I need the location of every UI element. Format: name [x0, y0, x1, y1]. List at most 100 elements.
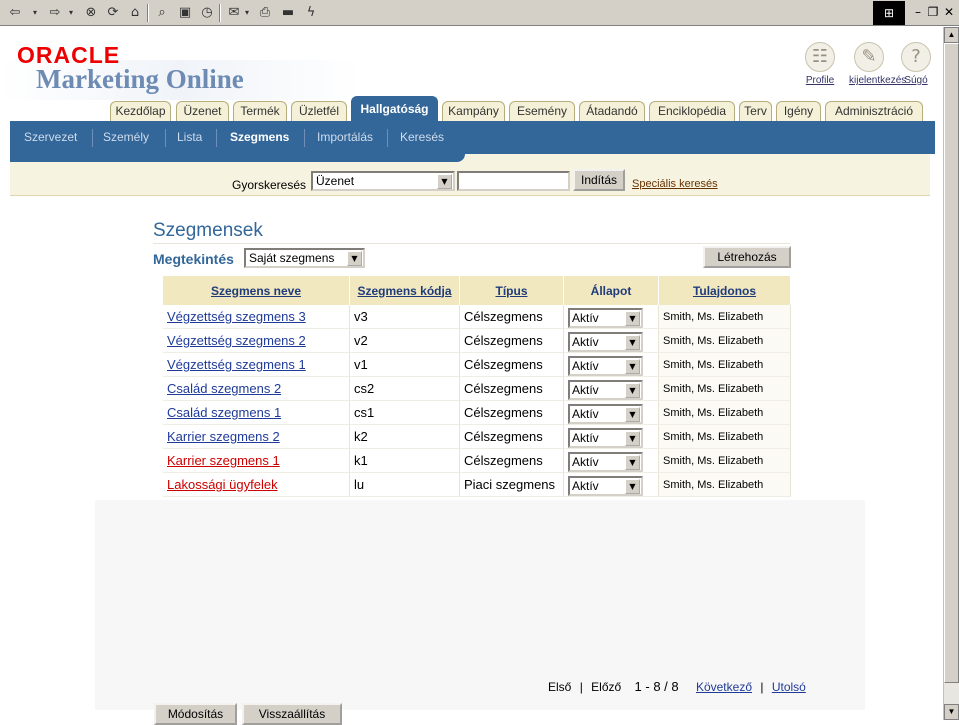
mail-dropdown-icon[interactable]: ▾ — [242, 3, 252, 23]
chevron-down-icon[interactable]: ▼ — [625, 454, 640, 470]
subnav-lista[interactable]: Lista — [177, 121, 202, 154]
chevron-down-icon[interactable]: ▼ — [625, 430, 640, 446]
status-select[interactable]: Aktív ▼ — [568, 307, 643, 328]
edit-icon[interactable]: ▬ — [279, 3, 297, 23]
stop-icon[interactable]: ⊗ — [82, 3, 100, 23]
close-icon[interactable]: ✕ — [941, 3, 957, 21]
pager-next[interactable]: Következő — [696, 680, 752, 694]
subnav-importalas[interactable]: Importálás — [317, 121, 373, 154]
reset-button[interactable]: Visszaállítás — [242, 703, 342, 725]
cell-owner: Smith, Ms. Elizabeth — [659, 449, 791, 473]
status-select[interactable]: Aktív ▼ — [568, 331, 643, 352]
segment-link[interactable]: Végzettség szegmens 1 — [167, 357, 306, 372]
status-select[interactable]: Aktív ▼ — [568, 379, 643, 400]
segment-link[interactable]: Karrier szegmens 2 — [167, 429, 280, 444]
cell-code: k1 — [350, 449, 460, 473]
global-link-profile[interactable]: ☷ Profile — [800, 42, 840, 86]
status-select[interactable]: Aktív ▼ — [568, 475, 643, 496]
cell-owner: Smith, Ms. Elizabeth — [659, 425, 791, 449]
tab-igeny[interactable]: Igény — [776, 101, 821, 122]
tab-enciklopedia[interactable]: Enciklopédia — [649, 101, 735, 122]
segment-link[interactable]: Karrier szegmens 1 — [167, 453, 280, 468]
restore-icon[interactable]: ❐ — [925, 3, 941, 21]
status-select[interactable]: Aktív ▼ — [568, 355, 643, 376]
quick-search-select[interactable]: Üzenet ▼ — [311, 171, 455, 191]
pager-last[interactable]: Utolsó — [772, 680, 806, 694]
column-header-type[interactable]: Típus — [460, 276, 564, 305]
profile-link[interactable]: Profile — [800, 75, 840, 86]
column-header-owner[interactable]: Tulajdonos — [659, 276, 791, 305]
logout-link[interactable]: kijelentkezés — [849, 75, 906, 86]
vertical-scrollbar[interactable]: ▲ ▼ — [943, 27, 959, 720]
favorites-icon[interactable]: ▣ — [176, 3, 194, 23]
chevron-down-icon[interactable]: ▼ — [347, 251, 362, 266]
global-link-logout[interactable]: ✎ kijelentkezés — [849, 42, 906, 86]
tab-hallgatosag[interactable]: Hallgatóság — [351, 96, 438, 122]
subnav-szegmens[interactable]: Szegmens — [230, 121, 289, 154]
column-header-name[interactable]: Szegmens neve — [163, 276, 350, 305]
view-select[interactable]: Saját szegmens ▼ — [244, 248, 365, 268]
chevron-down-icon[interactable]: ▼ — [625, 478, 640, 494]
table-row: Karrier szegmens 1 k1 Célszegmens Aktív ▼ Smi… — [163, 449, 791, 473]
status-value: Aktív — [572, 310, 599, 325]
cell-name: Család szegmens 2 — [163, 377, 350, 401]
chevron-down-icon[interactable]: ▼ — [625, 310, 640, 326]
help-link[interactable]: Súgó — [896, 75, 936, 86]
status-select[interactable]: Aktív ▼ — [568, 451, 643, 472]
status-value: Aktív — [572, 358, 599, 373]
quick-search-input[interactable] — [457, 171, 570, 191]
advanced-search-link[interactable]: Speciális keresés — [632, 178, 718, 190]
tab-uzenet[interactable]: Üzenet — [176, 101, 229, 122]
segment-link[interactable]: Család szegmens 2 — [167, 381, 281, 396]
chevron-down-icon[interactable]: ▼ — [625, 358, 640, 374]
cell-owner: Smith, Ms. Elizabeth — [659, 329, 791, 353]
segment-link[interactable]: Végzettség szegmens 2 — [167, 333, 306, 348]
forward-icon[interactable]: ⇨ — [46, 3, 64, 23]
chevron-down-icon[interactable]: ▼ — [437, 174, 452, 189]
segment-link[interactable]: Lakossági ügyfelek — [167, 477, 278, 492]
column-header-code[interactable]: Szegmens kódja — [350, 276, 460, 305]
tab-atadando[interactable]: Átadandó — [579, 101, 645, 122]
home-icon[interactable]: ⌂ — [126, 3, 144, 23]
table-header-row: Szegmens neve Szegmens kódja Típus Állap… — [163, 276, 791, 305]
status-value: Aktív — [572, 334, 599, 349]
subnav-szemely[interactable]: Személy — [103, 121, 149, 154]
segment-link[interactable]: Család szegmens 1 — [167, 405, 281, 420]
messenger-icon[interactable]: ϟ — [302, 3, 320, 23]
chevron-down-icon[interactable]: ▼ — [625, 382, 640, 398]
tab-esemeny[interactable]: Esemény — [509, 101, 575, 122]
table-row: Karrier szegmens 2 k2 Célszegmens Aktív ▼ Smi… — [163, 425, 791, 449]
history-icon[interactable]: ◷ — [198, 3, 216, 23]
tab-terv[interactable]: Terv — [739, 101, 772, 122]
scroll-down-icon[interactable]: ▼ — [944, 704, 959, 720]
print-icon[interactable]: ⎙ — [256, 3, 274, 23]
chevron-down-icon[interactable]: ▼ — [625, 334, 640, 350]
mail-icon[interactable]: ✉ — [225, 3, 243, 23]
back-dropdown-icon[interactable]: ▾ — [30, 3, 40, 23]
pager-range: 1 - 8 / 8 — [634, 679, 679, 694]
scroll-thumb[interactable] — [944, 43, 959, 683]
global-link-help[interactable]: ? Súgó — [896, 42, 936, 86]
go-button[interactable]: Indítás — [573, 169, 625, 191]
modify-button[interactable]: Módosítás — [154, 703, 237, 725]
scroll-up-icon[interactable]: ▲ — [944, 27, 959, 43]
subnav-kereses[interactable]: Keresés — [400, 121, 444, 154]
status-select[interactable]: Aktív ▼ — [568, 403, 643, 424]
segment-link[interactable]: Végzettség szegmens 3 — [167, 309, 306, 324]
create-button[interactable]: Létrehozás — [703, 246, 791, 268]
tab-termek[interactable]: Termék — [233, 101, 287, 122]
search-icon[interactable]: ⌕ — [153, 3, 171, 23]
back-icon[interactable]: ⇦ — [6, 3, 24, 23]
tab-kezdolap[interactable]: Kezdőlap — [110, 101, 171, 122]
forward-dropdown-icon[interactable]: ▾ — [66, 3, 76, 23]
cell-code: lu — [350, 473, 460, 497]
tab-kampany[interactable]: Kampány — [442, 101, 505, 122]
subnav-szervezet[interactable]: Szervezet — [24, 121, 77, 154]
tab-adminisztracio[interactable]: Adminisztráció — [825, 101, 923, 122]
status-select[interactable]: Aktív ▼ — [568, 427, 643, 448]
minimize-icon[interactable]: – — [910, 3, 926, 21]
chevron-down-icon[interactable]: ▼ — [625, 406, 640, 422]
tab-uzletfel[interactable]: Üzletfél — [291, 101, 347, 122]
table-row: Család szegmens 1 cs1 Célszegmens Aktív ▼ Smi… — [163, 401, 791, 425]
refresh-icon[interactable]: ⟳ — [104, 3, 122, 23]
